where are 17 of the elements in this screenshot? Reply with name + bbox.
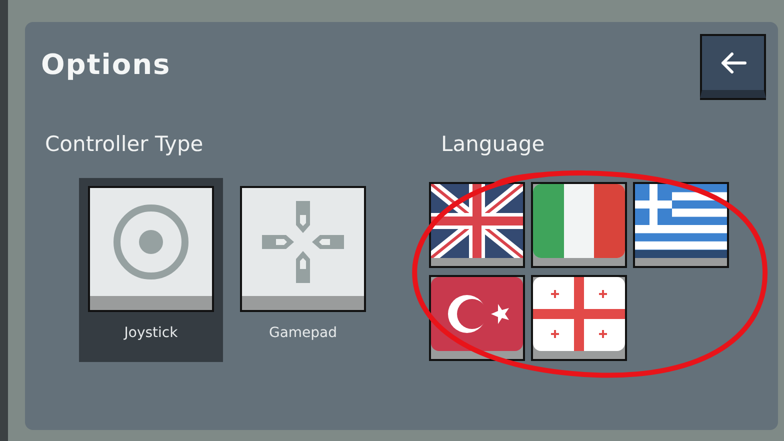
flag-icon (431, 277, 523, 351)
flag-icon (533, 184, 625, 258)
language-option[interactable] (531, 275, 627, 361)
flag-icon (533, 277, 625, 351)
controller-option[interactable]: Joystick (79, 178, 223, 362)
language-option[interactable] (633, 182, 729, 268)
section-heading: Language (441, 132, 546, 156)
flag-icon (635, 184, 727, 258)
flag-icon (431, 184, 523, 258)
language-option[interactable] (429, 275, 525, 361)
dpad-icon (262, 201, 344, 283)
options-title: Options (41, 48, 171, 81)
back-button[interactable] (700, 34, 766, 98)
language-option[interactable] (531, 182, 627, 268)
joystick-icon (111, 202, 191, 282)
section-heading: Controller Type (45, 132, 204, 156)
language-option[interactable] (429, 182, 525, 268)
